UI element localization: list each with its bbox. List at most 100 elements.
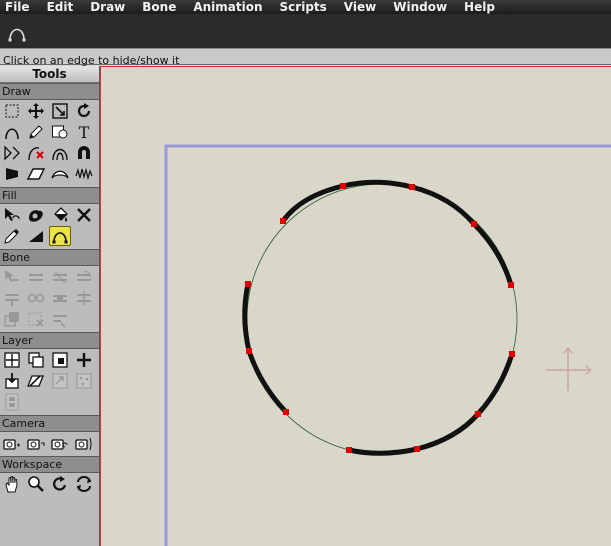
switch-layer-tool[interactable] xyxy=(49,371,71,391)
track-camera-tool[interactable] xyxy=(1,433,23,453)
delete-point-tool[interactable] xyxy=(25,143,47,163)
control-point[interactable] xyxy=(246,348,252,354)
rotate-bone-tool[interactable] xyxy=(73,267,95,287)
noise-tool[interactable] xyxy=(73,164,95,184)
control-point[interactable] xyxy=(283,409,289,415)
delete-edge-icon xyxy=(4,145,20,161)
translate-points-tool[interactable] xyxy=(25,101,47,121)
menu-scripts[interactable]: Scripts xyxy=(280,0,327,14)
select-points-tool[interactable] xyxy=(1,101,23,121)
shear-icon xyxy=(27,168,45,180)
menu-draw[interactable]: Draw xyxy=(90,0,125,14)
curvature-icon xyxy=(52,148,68,161)
edge-top[interactable] xyxy=(280,179,514,286)
bone-tools xyxy=(0,266,99,332)
edge-left-bottom[interactable] xyxy=(246,350,288,414)
translate-layer-tool[interactable] xyxy=(25,350,47,370)
bend-icon xyxy=(51,170,69,179)
orbit-workspace-tool[interactable] xyxy=(73,474,95,494)
rotate-bone-icon xyxy=(77,270,91,281)
origin-marker xyxy=(546,347,592,391)
menu-view[interactable]: View xyxy=(344,0,376,14)
pan-tilt-camera-tool[interactable] xyxy=(73,433,95,453)
camera-frame xyxy=(164,144,611,546)
status-bar: Click on an edge to hide/show it xyxy=(0,48,611,67)
menu-animation[interactable]: Animation xyxy=(193,0,262,14)
magnet-tool[interactable] xyxy=(73,143,95,163)
add-bone-tool[interactable] xyxy=(1,288,23,308)
control-point[interactable] xyxy=(471,221,477,227)
toolbox-panel: Tools Draw T Fill Bone Layer Camera Work… xyxy=(0,66,100,546)
rotate-layer-z-tool[interactable] xyxy=(73,350,95,370)
perspective-tool[interactable] xyxy=(1,164,23,184)
edge-right-bottom[interactable] xyxy=(416,353,515,452)
menu-bone[interactable]: Bone xyxy=(142,0,176,14)
shear-tool[interactable] xyxy=(25,164,47,184)
select-bone-icon xyxy=(5,270,19,282)
text-tool[interactable]: T xyxy=(73,122,95,142)
menu-edit[interactable]: Edit xyxy=(47,0,74,14)
control-point[interactable] xyxy=(509,351,515,357)
bone-strength-tool[interactable] xyxy=(49,288,71,308)
delete-point-icon xyxy=(28,147,44,161)
pan-workspace-tool[interactable] xyxy=(1,474,23,494)
rotate-layer-xy-tool[interactable] xyxy=(1,371,23,391)
plus-icon xyxy=(77,353,91,367)
eyedropper-tool[interactable] xyxy=(1,226,23,246)
scale-layer-tool[interactable] xyxy=(49,350,71,370)
delete-fill-tool[interactable] xyxy=(73,205,95,225)
freehand-tool[interactable] xyxy=(25,122,47,142)
select-shape-tool[interactable] xyxy=(1,205,23,225)
paint-bucket-tool[interactable] xyxy=(49,205,71,225)
hide-edge-tool[interactable] xyxy=(49,226,71,246)
control-point[interactable] xyxy=(409,184,415,190)
add-point-tool[interactable] xyxy=(1,122,23,142)
bind-points-tool[interactable] xyxy=(25,309,47,329)
translate-bone-icon xyxy=(29,274,43,281)
menu-help[interactable]: Help xyxy=(464,0,495,14)
control-point[interactable] xyxy=(414,446,420,452)
create-shape-tool[interactable] xyxy=(25,205,47,225)
film-strip-icon xyxy=(5,393,19,411)
edge-bottom[interactable] xyxy=(348,446,418,456)
shear-layer-tool[interactable] xyxy=(25,371,47,391)
scale-layer-icon xyxy=(52,352,68,368)
control-point[interactable] xyxy=(280,218,286,224)
line-width-icon xyxy=(29,231,43,242)
select-bone-tool[interactable] xyxy=(1,267,23,287)
menu-file[interactable]: File xyxy=(5,0,30,14)
curvature-tool[interactable] xyxy=(49,143,71,163)
set-origin-icon xyxy=(4,352,20,368)
delete-fill-icon xyxy=(77,208,91,222)
manipulate-bones-tool[interactable] xyxy=(73,288,95,308)
video-layer-tool[interactable] xyxy=(1,392,23,412)
bind-points-icon xyxy=(28,312,44,327)
zoom-camera-tool[interactable] xyxy=(25,433,47,453)
workspace-tools xyxy=(0,473,99,497)
draw-shape-tool[interactable] xyxy=(49,122,71,142)
canvas-svg[interactable] xyxy=(101,67,611,546)
canvas-area[interactable] xyxy=(100,66,611,546)
set-origin-tool[interactable] xyxy=(1,350,23,370)
zoom-workspace-tool[interactable] xyxy=(25,474,47,494)
particle-layer-tool[interactable] xyxy=(73,371,95,391)
control-point[interactable] xyxy=(475,411,481,417)
offset-bone-tool[interactable] xyxy=(49,309,71,329)
scale-bone-tool[interactable] xyxy=(49,267,71,287)
menu-window[interactable]: Window xyxy=(393,0,447,14)
control-point[interactable] xyxy=(508,282,514,288)
control-point[interactable] xyxy=(346,447,352,453)
rotate-workspace-tool[interactable] xyxy=(49,474,71,494)
scale-points-tool[interactable] xyxy=(49,101,71,121)
control-point[interactable] xyxy=(340,183,346,189)
bend-tool[interactable] xyxy=(49,164,71,184)
edge-left[interactable] xyxy=(242,283,252,352)
roll-camera-tool[interactable] xyxy=(49,433,71,453)
rotate-points-tool[interactable] xyxy=(73,101,95,121)
control-point[interactable] xyxy=(245,281,251,287)
line-width-tool[interactable] xyxy=(25,226,47,246)
delete-edge-tool[interactable] xyxy=(1,143,23,163)
bind-layer-tool[interactable] xyxy=(1,309,23,329)
reparent-bone-tool[interactable] xyxy=(25,288,47,308)
translate-bone-tool[interactable] xyxy=(25,267,47,287)
